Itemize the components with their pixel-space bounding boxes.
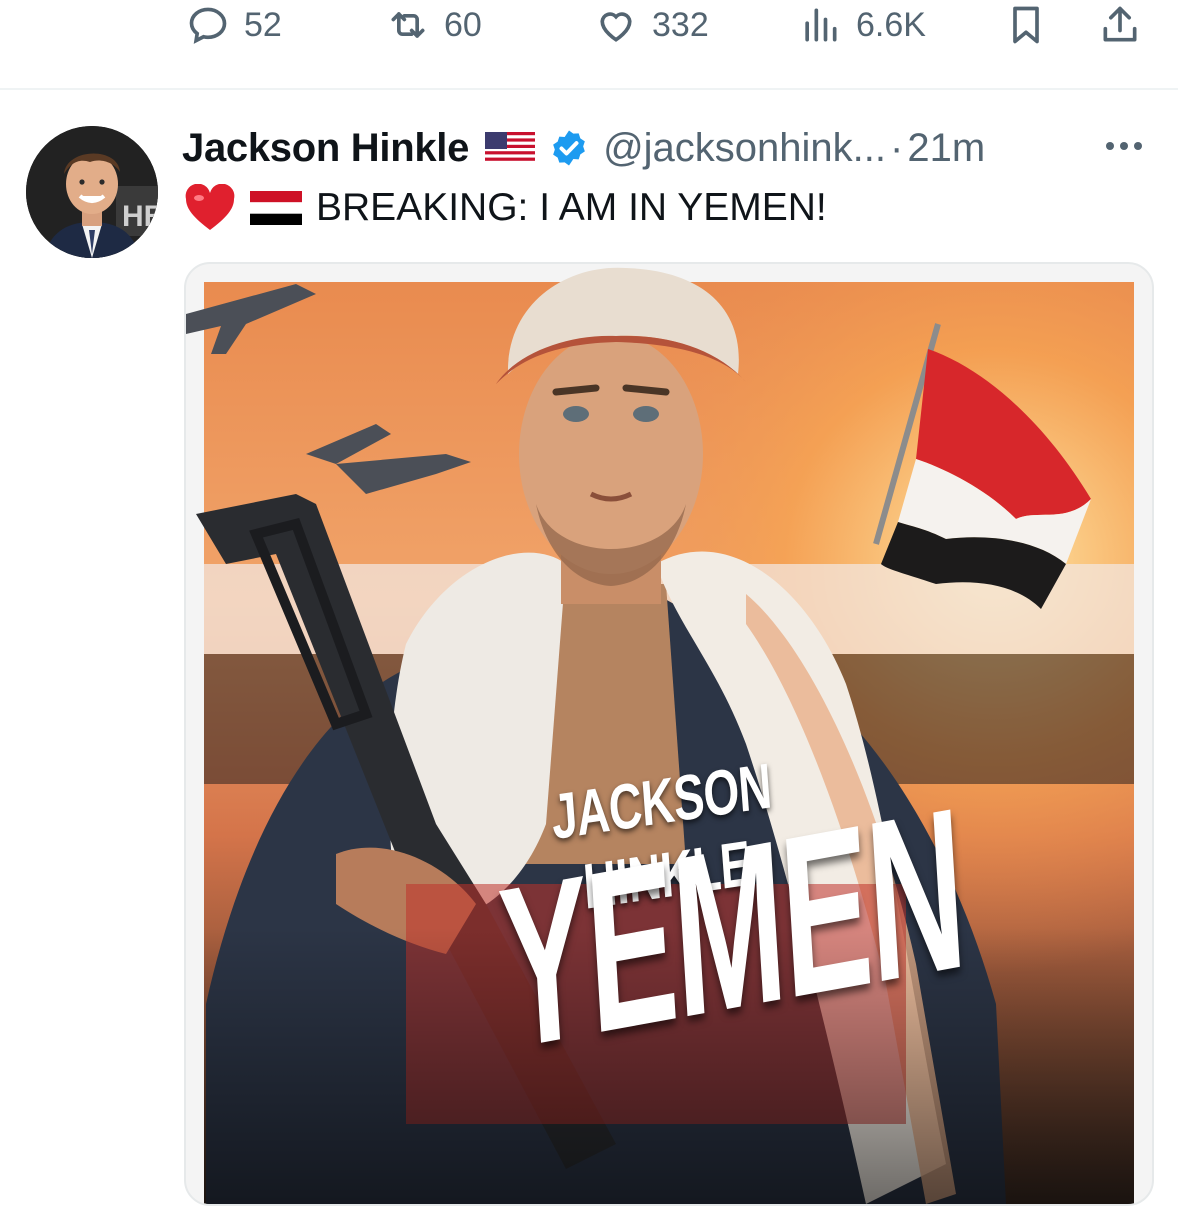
retweet-count: 60 bbox=[444, 5, 482, 44]
tweet-text: BREAKING: I AM IN YEMEN! bbox=[184, 180, 827, 236]
like-count: 332 bbox=[652, 5, 709, 44]
red-heart-emoji bbox=[185, 184, 235, 230]
reply-icon bbox=[189, 7, 227, 44]
tweet-media-image[interactable]: JACKSON HINKLE YEMEN bbox=[184, 262, 1154, 1206]
more-options-icon[interactable] bbox=[1100, 126, 1148, 166]
share-icon bbox=[1103, 6, 1137, 42]
tweet-divider bbox=[0, 88, 1178, 90]
bookmark-icon bbox=[1013, 6, 1039, 44]
reply-count: 52 bbox=[244, 5, 282, 44]
author-handle[interactable]: @jacksonhink... bbox=[603, 126, 886, 171]
author-name[interactable]: Jackson Hinkle bbox=[182, 126, 469, 171]
us-flag-emoji bbox=[485, 132, 536, 164]
share-button[interactable] bbox=[1098, 0, 1142, 50]
tweet-text-content: BREAKING: I AM IN YEMEN! bbox=[316, 186, 827, 229]
like-button[interactable]: 332 bbox=[594, 0, 709, 50]
views-icon bbox=[805, 8, 837, 42]
like-icon bbox=[600, 12, 632, 42]
yemen-flag-emoji bbox=[250, 191, 302, 225]
tweet-timestamp[interactable]: 21m bbox=[907, 126, 985, 171]
views-count: 6.6K bbox=[856, 5, 926, 44]
avatar-image: HB bbox=[26, 126, 158, 258]
previous-tweet-action-bar: 52 60 332 6.6K bbox=[0, 0, 1178, 88]
svg-text:HB: HB bbox=[122, 200, 158, 233]
retweet-button[interactable]: 60 bbox=[386, 0, 482, 50]
views-button[interactable]: 6.6K bbox=[798, 0, 926, 50]
avatar[interactable]: HB bbox=[26, 126, 158, 258]
reply-button[interactable]: 52 bbox=[186, 0, 282, 50]
retweet-icon bbox=[391, 12, 425, 38]
bookmark-button[interactable] bbox=[1004, 0, 1048, 50]
separator-dot: · bbox=[890, 125, 904, 170]
tweet-header: Jackson Hinkle @jacksonhink... · 21m bbox=[182, 120, 985, 176]
verified-badge-icon bbox=[553, 130, 585, 166]
